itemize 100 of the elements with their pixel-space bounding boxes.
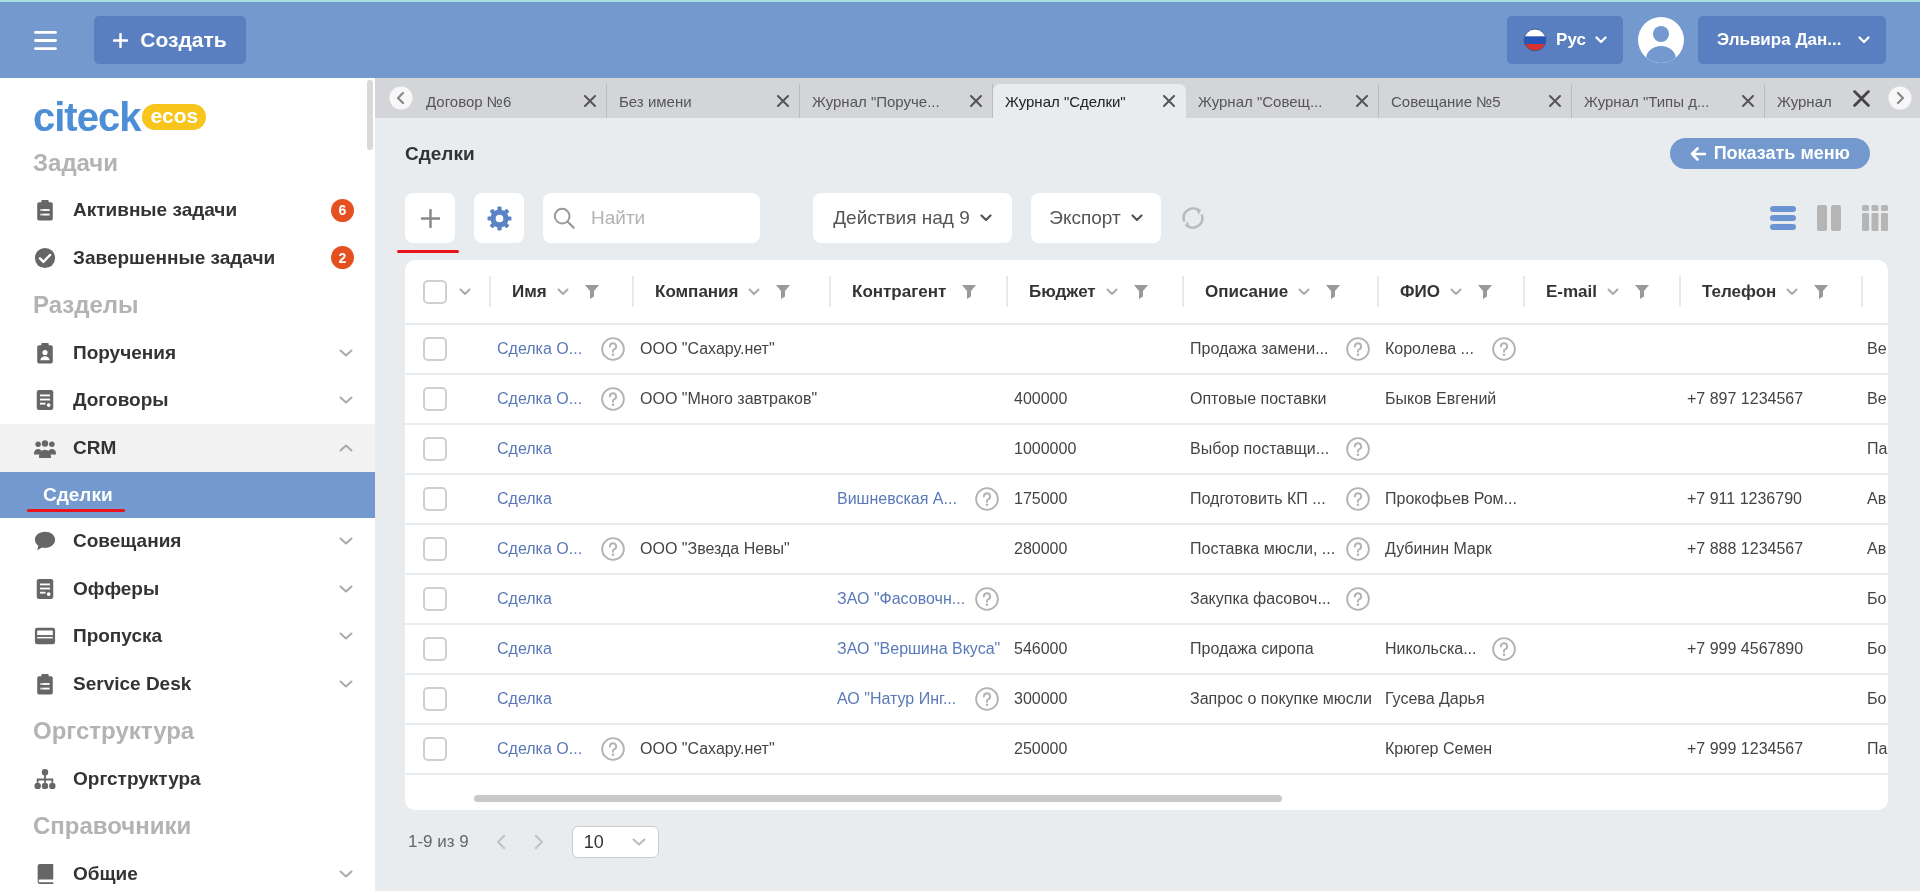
- sidebar-item[interactable]: Поручения: [0, 329, 375, 377]
- row-checkbox[interactable]: [423, 337, 447, 361]
- close-icon[interactable]: [1853, 89, 1870, 107]
- column-header[interactable]: Описание: [1205, 281, 1289, 302]
- help-icon[interactable]: [1346, 587, 1370, 611]
- tab[interactable]: Журнал "Сделки": [993, 84, 1186, 118]
- help-icon[interactable]: [1346, 537, 1370, 561]
- sidebar-item[interactable]: Договоры: [0, 376, 375, 424]
- close-icon[interactable]: [1549, 95, 1561, 107]
- search-field[interactable]: Найти: [543, 193, 760, 243]
- help-icon[interactable]: [601, 387, 625, 411]
- show-menu-button[interactable]: Показать меню: [1669, 138, 1870, 169]
- tab[interactable]: Без имени: [607, 84, 800, 118]
- actions-dropdown[interactable]: Действия над 9: [813, 193, 1012, 243]
- record-link[interactable]: ЗАО "Вершина Вкуса": [837, 640, 1001, 658]
- help-icon[interactable]: [975, 487, 999, 511]
- page-size-select[interactable]: 10: [571, 826, 659, 858]
- filter-icon[interactable]: [1477, 284, 1492, 299]
- record-link[interactable]: Сделка О...: [497, 390, 583, 408]
- sort-chevron-icon[interactable]: [1607, 287, 1620, 296]
- settings-button[interactable]: [474, 193, 524, 243]
- help-icon[interactable]: [1492, 337, 1516, 361]
- row-checkbox[interactable]: [423, 487, 447, 511]
- scrollbar-thumb[interactable]: [367, 80, 373, 150]
- record-link[interactable]: Сделка: [497, 690, 552, 708]
- help-icon[interactable]: [601, 737, 625, 761]
- row-checkbox[interactable]: [423, 537, 447, 561]
- help-icon[interactable]: [1346, 437, 1370, 461]
- user-menu-button[interactable]: Эльвира Дан...: [1698, 16, 1886, 64]
- column-header[interactable]: Телефон: [1702, 281, 1777, 302]
- add-button[interactable]: [405, 193, 455, 243]
- sidebar-item[interactable]: Пропуска: [0, 612, 375, 660]
- menu-icon[interactable]: [34, 30, 57, 50]
- record-link[interactable]: Сделка: [497, 640, 552, 658]
- column-header[interactable]: Бюджет: [1029, 281, 1096, 302]
- select-all-checkbox[interactable]: [423, 279, 447, 304]
- sort-chevron-icon[interactable]: [1298, 287, 1311, 296]
- sort-chevron-icon[interactable]: [1449, 287, 1462, 296]
- record-link[interactable]: Вишневская А...: [837, 490, 957, 508]
- help-icon[interactable]: [601, 337, 625, 361]
- sidebar-item[interactable]: Service Desk: [0, 660, 375, 708]
- close-icon[interactable]: [970, 95, 982, 107]
- language-button[interactable]: Рус: [1507, 16, 1623, 64]
- record-link[interactable]: АО "Натур Инг...: [837, 690, 957, 708]
- tab[interactable]: Журнал "Совещ...: [1186, 84, 1379, 118]
- close-icon[interactable]: [777, 95, 789, 107]
- help-icon[interactable]: [601, 537, 625, 561]
- help-icon[interactable]: [975, 587, 999, 611]
- record-link[interactable]: Сделка: [497, 590, 552, 608]
- sort-chevron-icon[interactable]: [1105, 287, 1118, 296]
- column-header[interactable]: Имя: [512, 281, 547, 302]
- column-header[interactable]: Контрагент: [852, 281, 947, 302]
- export-dropdown[interactable]: Экспорт: [1031, 193, 1161, 243]
- tab[interactable]: Совещание №5: [1379, 84, 1572, 118]
- sidebar-item[interactable]: Совещания: [0, 517, 375, 565]
- close-icon[interactable]: [1356, 95, 1368, 107]
- record-link[interactable]: Сделка: [497, 440, 552, 458]
- record-link[interactable]: Сделка О...: [497, 740, 583, 758]
- split-view-icon[interactable]: [1816, 205, 1842, 231]
- record-link[interactable]: Сделка: [497, 490, 552, 508]
- sidebar-item[interactable]: Завершенные задачи 2: [0, 234, 375, 282]
- close-icon[interactable]: [1163, 95, 1175, 107]
- sidebar-item[interactable]: CRM: [0, 424, 375, 472]
- row-checkbox[interactable]: [423, 637, 447, 661]
- grid-view-icon[interactable]: [1862, 205, 1888, 231]
- scrollbar-thumb[interactable]: [474, 795, 1282, 802]
- scroll-left-icon[interactable]: [389, 86, 413, 110]
- chevron-down-icon[interactable]: [459, 287, 471, 296]
- row-checkbox[interactable]: [423, 587, 447, 611]
- tab[interactable]: Журнал: [1765, 84, 1842, 118]
- sort-chevron-icon[interactable]: [748, 287, 761, 296]
- row-checkbox[interactable]: [423, 737, 447, 761]
- help-icon[interactable]: [1346, 487, 1370, 511]
- sidebar-subitem[interactable]: Сделки: [0, 471, 375, 518]
- record-link[interactable]: ЗАО "Фасовочн...: [837, 590, 966, 608]
- column-header[interactable]: ФИО: [1400, 281, 1440, 302]
- filter-icon[interactable]: [776, 284, 791, 299]
- filter-icon[interactable]: [1635, 284, 1650, 299]
- filter-icon[interactable]: [1133, 284, 1148, 299]
- sort-chevron-icon[interactable]: [1786, 287, 1799, 296]
- sort-chevron-icon[interactable]: [556, 287, 569, 296]
- help-icon[interactable]: [1346, 337, 1370, 361]
- filter-icon[interactable]: [584, 284, 599, 299]
- scroll-right-icon[interactable]: [1888, 86, 1912, 110]
- column-header[interactable]: Компания: [655, 281, 739, 302]
- list-view-icon[interactable]: [1770, 205, 1796, 231]
- close-icon[interactable]: [584, 95, 596, 107]
- avatar-icon[interactable]: [1638, 17, 1684, 63]
- column-header[interactable]: E-mail: [1546, 281, 1598, 302]
- close-icon[interactable]: [1742, 95, 1754, 107]
- refresh-icon[interactable]: [1180, 205, 1206, 231]
- sidebar-item[interactable]: Активные задачи 6: [0, 186, 375, 234]
- row-checkbox[interactable]: [423, 387, 447, 411]
- sidebar-item[interactable]: Офферы: [0, 565, 375, 613]
- tab[interactable]: Журнал "Типы д...: [1572, 84, 1765, 118]
- filter-icon[interactable]: [1814, 284, 1829, 299]
- sidebar-item[interactable]: Оргструктура: [0, 755, 375, 803]
- tab[interactable]: Договор №6: [414, 84, 607, 118]
- record-link[interactable]: Сделка О...: [497, 340, 583, 358]
- filter-icon[interactable]: [1326, 284, 1341, 299]
